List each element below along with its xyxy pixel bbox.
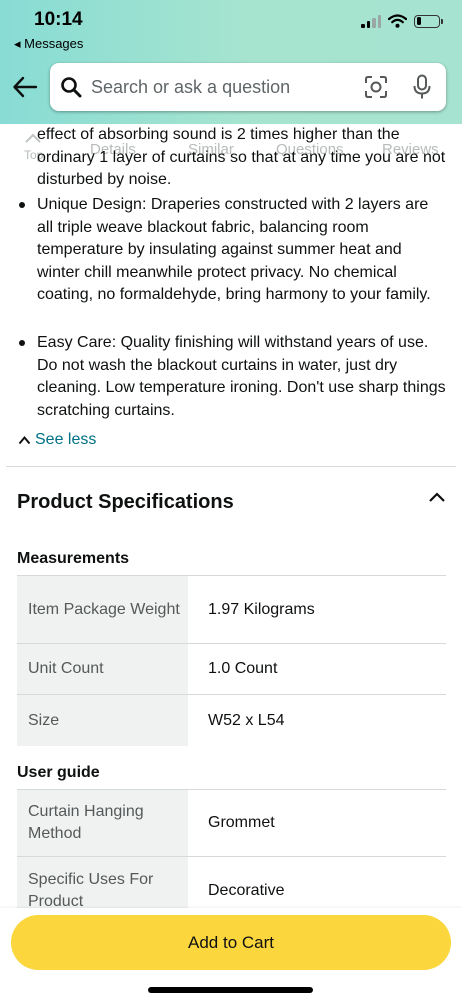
section-title: Product Specifications	[17, 491, 234, 513]
wifi-icon	[388, 14, 407, 28]
see-less-label: See less	[35, 431, 97, 448]
see-less-link[interactable]: See less	[18, 431, 96, 449]
search-input[interactable]: Search or ask a question	[50, 63, 446, 111]
table-row: Unit Count 1.0 Count	[17, 643, 446, 694]
camera-lens-icon[interactable]	[364, 75, 388, 99]
status-indicators	[361, 14, 443, 28]
spec-value: W52 x L54	[208, 711, 285, 729]
back-to-messages-link[interactable]: ◂ Messages	[14, 36, 83, 52]
spec-value: 1.97 Kilograms	[208, 600, 315, 618]
spec-key: Unit Count	[17, 644, 188, 694]
sticky-cart-bar: Add to Cart	[0, 908, 462, 1000]
description-bullet-text: Easy Care: Quality finishing will withst…	[37, 334, 446, 419]
table-row: Curtain Hanging Method Grommet	[17, 789, 446, 856]
status-time: 10:14	[34, 9, 83, 30]
chevron-up-icon	[18, 435, 31, 445]
spec-key: Size	[17, 695, 188, 746]
collapse-chevron-icon[interactable]	[428, 491, 446, 503]
description-partial-text: effect of absorbing sound is 2 times hig…	[37, 126, 446, 188]
spec-group-title: User guide	[17, 764, 100, 781]
back-arrow-icon[interactable]	[12, 74, 38, 100]
cellular-signal-icon	[361, 14, 381, 28]
add-to-cart-button[interactable]: Add to Cart	[11, 915, 451, 970]
home-indicator[interactable]	[148, 987, 313, 993]
microphone-icon[interactable]	[412, 74, 432, 100]
spec-value: 1.0 Count	[208, 660, 278, 677]
table-row: Size W52 x L54	[17, 694, 446, 746]
table-row: Item Package Weight 1.97 Kilograms	[17, 575, 446, 643]
search-icon	[61, 77, 82, 98]
bullet-dot	[19, 340, 25, 346]
search-placeholder: Search or ask a question	[91, 77, 291, 97]
bullet-dot	[19, 202, 25, 208]
battery-icon	[414, 14, 443, 28]
description-bullet-text: Unique Design: Draperies constructed wit…	[37, 196, 431, 303]
spec-group-title: Measurements	[17, 550, 130, 567]
section-divider	[6, 466, 456, 467]
spec-key: Item Package Weight	[17, 576, 188, 643]
spec-value: Grommet	[208, 814, 275, 831]
spec-key: Curtain Hanging Method	[17, 790, 188, 856]
app-header: 10:14 ◂ Messages Search or ask a questio…	[0, 0, 462, 124]
